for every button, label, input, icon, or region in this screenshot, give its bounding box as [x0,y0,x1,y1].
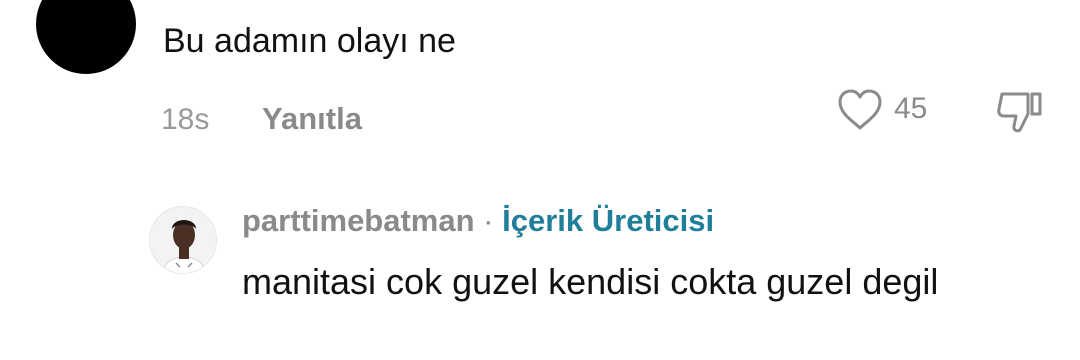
profile-photo-icon [150,207,216,273]
creator-badge: İçerik Üreticisi [502,203,715,238]
dislike-button[interactable] [994,88,1046,136]
reply-avatar[interactable] [149,206,217,274]
reply-text: manitasi cok guzel kendisi cokta guzel d… [242,261,939,302]
reply-username[interactable]: parttimebatman [242,203,475,238]
comment-text: Bu adamın olayı ne [163,22,456,60]
heart-outline-icon [838,89,882,130]
comment-timestamp: 18s [161,103,210,136]
reply-header: parttimebatman · İçerik Üreticisi [242,203,714,239]
reply-button[interactable]: Yanıtla [262,101,362,137]
thumbs-down-icon [997,92,1042,133]
commenter-avatar[interactable] [36,0,136,74]
like-count: 45 [894,92,928,125]
like-button[interactable] [836,88,884,132]
separator-dot: · [483,203,494,238]
